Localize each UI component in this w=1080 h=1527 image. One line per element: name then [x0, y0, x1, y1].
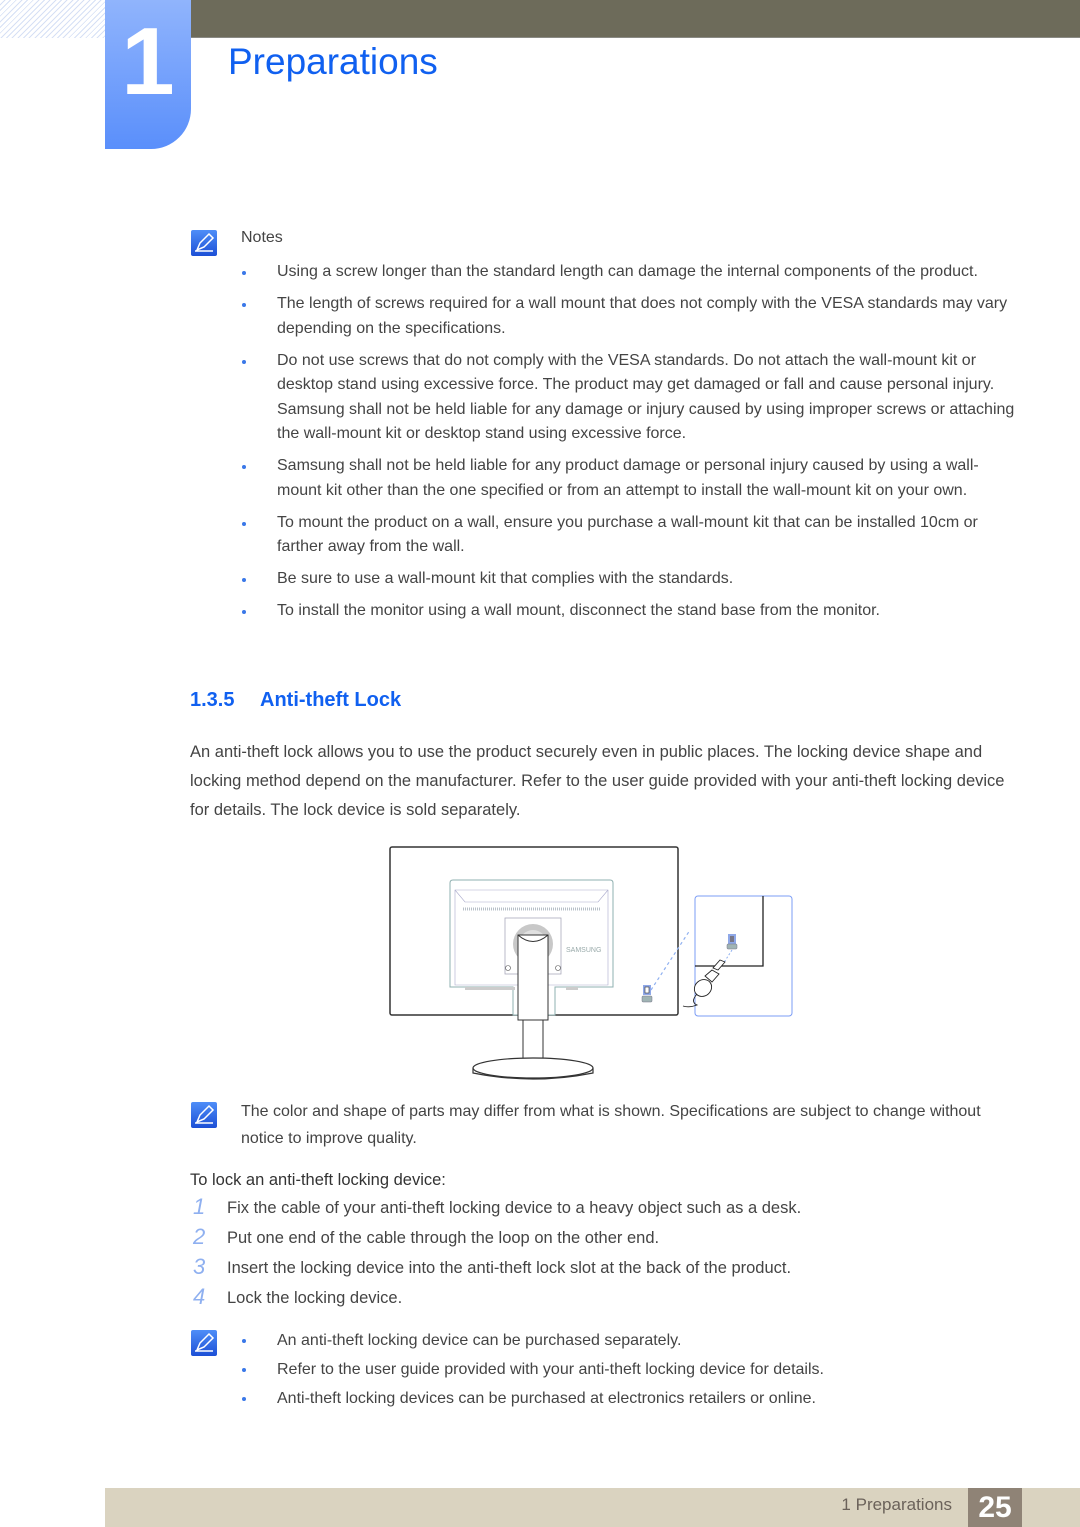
brand-logo: SAMSUNG [566, 947, 601, 954]
final-notes-list: An anti-theft locking device can be purc… [241, 1326, 1021, 1413]
figure-caption: The color and shape of parts may differ … [241, 1103, 981, 1147]
note-item: The length of screws required for a wall… [241, 292, 1021, 341]
procedure-heading: To lock an anti-theft locking device: [190, 1171, 446, 1189]
note-item: Do not use screws that do not comply wit… [241, 349, 1021, 447]
chapter-number: 1 [121, 8, 175, 115]
section-intro: An anti-theft lock allows you to use the… [190, 743, 1005, 819]
section-heading: 1.3.5 Anti-theft Lock [190, 689, 401, 712]
section-number: 1.3.5 [190, 689, 235, 711]
step-number: 2 [193, 1224, 206, 1249]
note-pencil-icon [191, 1102, 217, 1128]
decorative-hatch [0, 0, 105, 38]
step-number: 3 [193, 1254, 206, 1279]
procedure-step: 4 Lock the locking device. [190, 1283, 990, 1313]
note-item: To install the monitor using a wall moun… [241, 599, 1021, 624]
final-note-item: An anti-theft locking device can be purc… [241, 1326, 1021, 1355]
note-item: Using a screw longer than the standard l… [241, 260, 1021, 285]
note-pencil-icon [191, 230, 217, 256]
monitor-rear-figure: SAMSUNG [385, 840, 805, 1085]
stand-base [472, 1057, 594, 1079]
procedure-step: 3 Insert the locking device into the anti… [190, 1253, 990, 1283]
detail-box [694, 895, 793, 1017]
final-note-item: Anti-theft locking devices can be purcha… [241, 1384, 1021, 1413]
step-text: Insert the locking device into the anti-… [227, 1259, 792, 1277]
chapter-title: Preparations [228, 41, 438, 82]
notes-list: Using a screw longer than the standard l… [241, 260, 1021, 631]
note-item: Be sure to use a wall-mount kit that com… [241, 567, 1021, 592]
step-text: Lock the locking device. [227, 1289, 403, 1307]
step-number: 4 [193, 1284, 206, 1309]
note-item: To mount the product on a wall, ensure y… [241, 511, 1021, 560]
step-text: Put one end of the cable through the loo… [227, 1229, 660, 1247]
step-number: 1 [193, 1194, 206, 1219]
note-pencil-icon [191, 1330, 217, 1356]
procedure-step: 2 Put one end of the cable through the lo… [190, 1223, 990, 1253]
procedure-steps: 1 Fix the cable of your anti-theft lockin… [190, 1193, 990, 1313]
page-footer: 1 Preparations 25 [105, 1488, 1080, 1527]
section-title: Anti-theft Lock [260, 689, 402, 711]
stand-neck [517, 934, 549, 1021]
page-number: 25 [968, 1488, 1022, 1527]
note-item: Samsung shall not be held liable for any… [241, 454, 1021, 503]
notes-label: Notes [241, 229, 283, 246]
header-bar [190, 0, 1080, 38]
chapter-tab: 1 [105, 0, 191, 149]
procedure-step: 1 Fix the cable of your anti-theft lockin… [190, 1193, 990, 1223]
step-text: Fix the cable of your anti-theft locking… [227, 1199, 802, 1217]
final-note-item: Refer to the user guide provided with yo… [241, 1355, 1021, 1384]
footer-chapter-label: 1 Preparations [841, 1495, 952, 1514]
